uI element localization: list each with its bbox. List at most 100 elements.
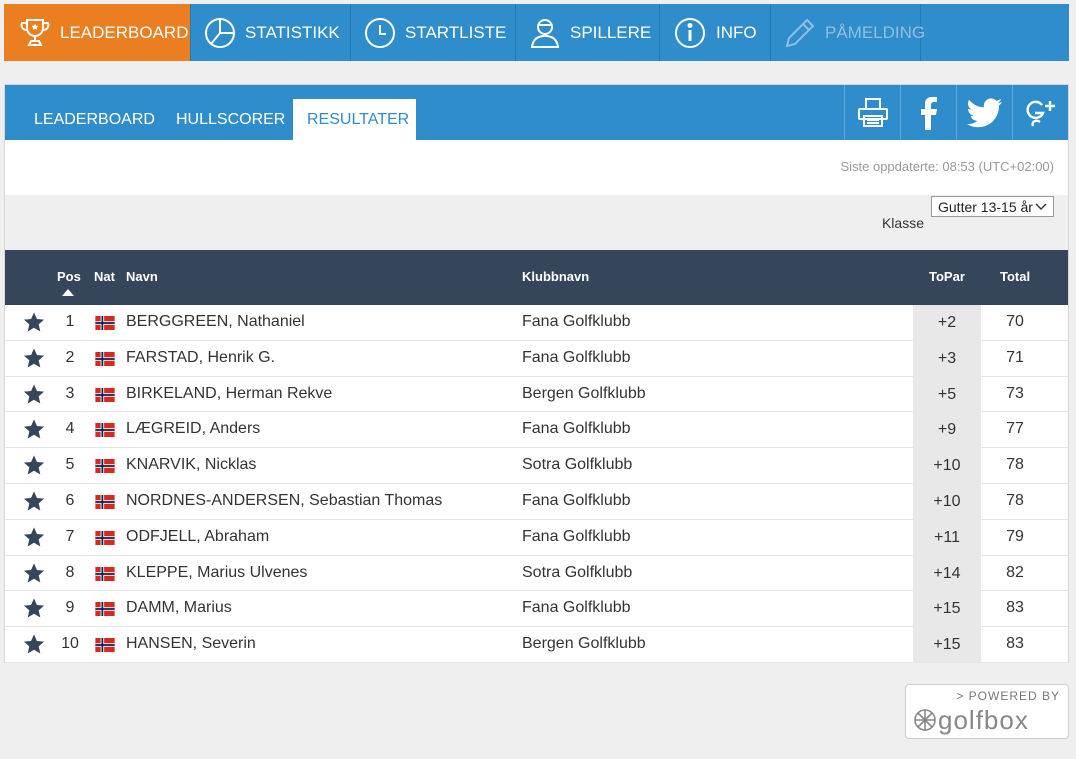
table-row[interactable]: 5 KNARVIK, Nicklas Sotra Golfklubb +10 78 bbox=[5, 448, 1068, 484]
row-player-name[interactable]: KLEPPE, Marius Ulvenes bbox=[126, 564, 307, 582]
facebook-icon bbox=[920, 96, 937, 130]
facebook-button[interactable] bbox=[900, 85, 956, 140]
favorite-star-icon[interactable] bbox=[23, 633, 45, 655]
table-header: Pos Nat Navn Klubbnavn ToPar Total bbox=[5, 250, 1068, 305]
pie-chart-icon bbox=[203, 15, 237, 51]
table-row[interactable]: 3 BIRKELAND, Herman Rekve Bergen Golfklubb… bbox=[5, 376, 1068, 413]
norway-flag-icon bbox=[94, 494, 116, 509]
row-total: 82 bbox=[1006, 563, 1024, 581]
favorite-star-icon[interactable] bbox=[23, 562, 45, 584]
row-club: Fana Golfklubb bbox=[522, 420, 631, 438]
favorite-star-icon[interactable] bbox=[23, 490, 45, 512]
print-button[interactable] bbox=[844, 85, 900, 140]
clock-icon bbox=[363, 15, 397, 51]
row-total: 73 bbox=[1006, 384, 1024, 402]
table-row[interactable]: 7 ODFJELL, Abraham Fana Golfklubb +11 79 bbox=[5, 519, 1068, 556]
person-icon bbox=[528, 15, 562, 51]
favorite-star-icon[interactable] bbox=[23, 454, 45, 476]
norway-flag-icon bbox=[94, 602, 116, 617]
table-row[interactable]: 10 HANSEN, Severin Bergen Golfklubb +15 83 bbox=[5, 627, 1068, 663]
row-club: Fana Golfklubb bbox=[522, 348, 631, 366]
row-player-name[interactable]: BIRKELAND, Herman Rekve bbox=[126, 385, 332, 403]
table-row[interactable]: 9 DAMM, Marius Fana Golfklubb +15 83 bbox=[5, 591, 1068, 628]
tab-info-label: INFO bbox=[716, 22, 757, 42]
favorite-star-icon[interactable] bbox=[23, 418, 45, 440]
tab-statistikk-label: STATISTIKK bbox=[245, 22, 340, 42]
row-player-name[interactable]: FARSTAD, Henrik G. bbox=[126, 349, 275, 367]
tab-pamelding[interactable]: PÅMELDING bbox=[771, 4, 925, 61]
favorite-star-icon[interactable] bbox=[23, 311, 45, 333]
row-total: 70 bbox=[1006, 313, 1024, 330]
norway-flag-icon bbox=[94, 351, 116, 366]
tab-leaderboard[interactable]: LEADERBOARD bbox=[4, 4, 191, 61]
table-row[interactable]: 6 NORDNES-ANDERSEN, Sebastian Thomas Fana … bbox=[5, 483, 1068, 520]
header-pos[interactable]: Pos bbox=[57, 269, 81, 296]
row-total: 78 bbox=[1006, 491, 1024, 509]
results-panel: LEADERBOARD HULLSCORER RESULTATER Siste … bbox=[4, 84, 1069, 663]
tab-spillere-label: SPILLERE bbox=[570, 22, 652, 42]
row-total: 83 bbox=[1006, 635, 1024, 653]
norway-flag-icon bbox=[94, 423, 116, 438]
row-club: Sotra Golfklubb bbox=[522, 456, 633, 474]
subtab-resultater[interactable]: RESULTATER bbox=[293, 99, 416, 140]
row-player-name[interactable]: DAMM, Marius bbox=[126, 599, 232, 617]
row-pos: 3 bbox=[65, 384, 75, 402]
powered-by-golfbox[interactable]: > POWERED BY golfbox bbox=[905, 684, 1069, 739]
row-pos: 10 bbox=[61, 635, 79, 653]
row-player-name[interactable]: KNARVIK, Nicklas bbox=[126, 456, 256, 474]
row-player-name[interactable]: NORDNES-ANDERSEN, Sebastian Thomas bbox=[126, 492, 442, 510]
row-topar: +10 bbox=[913, 448, 981, 484]
row-club: Sotra Golfklubb bbox=[522, 563, 633, 581]
favorite-star-icon[interactable] bbox=[23, 347, 45, 369]
row-total: 83 bbox=[1006, 599, 1024, 617]
header-name[interactable]: Navn bbox=[126, 269, 158, 284]
subtab-hullscorer[interactable]: HULLSCORER bbox=[162, 99, 299, 140]
subtab-leaderboard[interactable]: LEADERBOARD bbox=[20, 99, 169, 140]
chevron-down-icon bbox=[1035, 203, 1047, 210]
row-player-name[interactable]: BERGGREEN, Nathaniel bbox=[126, 313, 305, 331]
table-row[interactable]: 8 KLEPPE, Marius Ulvenes Sotra Golfklubb +1… bbox=[5, 555, 1068, 592]
table-row[interactable]: 1 BERGGREEN, Nathaniel Fana Golfklubb +2 70 bbox=[5, 305, 1068, 341]
results-table: 1 BERGGREEN, Nathaniel Fana Golfklubb +2 70 2… bbox=[5, 305, 1068, 663]
table-row[interactable]: 2 FARSTAD, Henrik G. Fana Golfklubb +3 71 bbox=[5, 340, 1068, 377]
header-total[interactable]: Total bbox=[1000, 269, 1030, 284]
tab-info[interactable]: INFO bbox=[660, 4, 771, 61]
header-nat[interactable]: Nat bbox=[94, 269, 115, 284]
row-total: 71 bbox=[1006, 348, 1024, 366]
google-plus-icon bbox=[1026, 100, 1055, 127]
top-nav: LEADERBOARD STATISTIKK STARTLISTE SPILLE… bbox=[4, 4, 1069, 61]
row-club: Bergen Golfklubb bbox=[522, 384, 646, 402]
row-pos: 4 bbox=[65, 420, 75, 438]
tab-spillere[interactable]: SPILLERE bbox=[516, 4, 660, 61]
tab-startliste-label: STARTLISTE bbox=[405, 22, 507, 42]
row-pos: 5 bbox=[65, 456, 75, 474]
twitter-button[interactable] bbox=[956, 85, 1012, 140]
google-plus-button[interactable] bbox=[1012, 85, 1068, 140]
tab-statistikk[interactable]: STATISTIKK bbox=[191, 4, 351, 61]
table-row[interactable]: 4 LÆGREID, Anders Fana Golfklubb +9 77 bbox=[5, 412, 1068, 449]
favorite-star-icon[interactable] bbox=[23, 383, 45, 405]
tab-pamelding-label: PÅMELDING bbox=[825, 22, 926, 42]
row-player-name[interactable]: LÆGREID, Anders bbox=[126, 420, 260, 438]
favorite-star-icon[interactable] bbox=[23, 597, 45, 619]
sort-asc-icon bbox=[62, 289, 74, 296]
share-buttons bbox=[844, 85, 1068, 140]
row-club: Bergen Golfklubb bbox=[522, 635, 646, 653]
row-pos: 1 bbox=[65, 313, 75, 330]
row-player-name[interactable]: HANSEN, Severin bbox=[126, 635, 256, 653]
row-player-name[interactable]: ODFJELL, Abraham bbox=[126, 528, 269, 546]
tab-startliste[interactable]: STARTLISTE bbox=[351, 4, 516, 61]
row-topar: +14 bbox=[913, 555, 981, 592]
norway-flag-icon bbox=[94, 566, 116, 581]
row-total: 78 bbox=[1006, 456, 1024, 474]
header-topar[interactable]: ToPar bbox=[929, 269, 965, 284]
norway-flag-icon bbox=[94, 530, 116, 545]
row-club: Fana Golfklubb bbox=[522, 313, 631, 330]
header-club[interactable]: Klubbnavn bbox=[522, 269, 589, 284]
row-topar: +5 bbox=[913, 376, 981, 413]
powered-by-label: > POWERED BY bbox=[956, 689, 1060, 703]
klasse-select[interactable]: Gutter 13-15 år bbox=[931, 196, 1054, 217]
klasse-label: Klasse bbox=[881, 215, 924, 231]
header-pos-label: Pos bbox=[57, 269, 81, 284]
favorite-star-icon[interactable] bbox=[23, 526, 45, 548]
